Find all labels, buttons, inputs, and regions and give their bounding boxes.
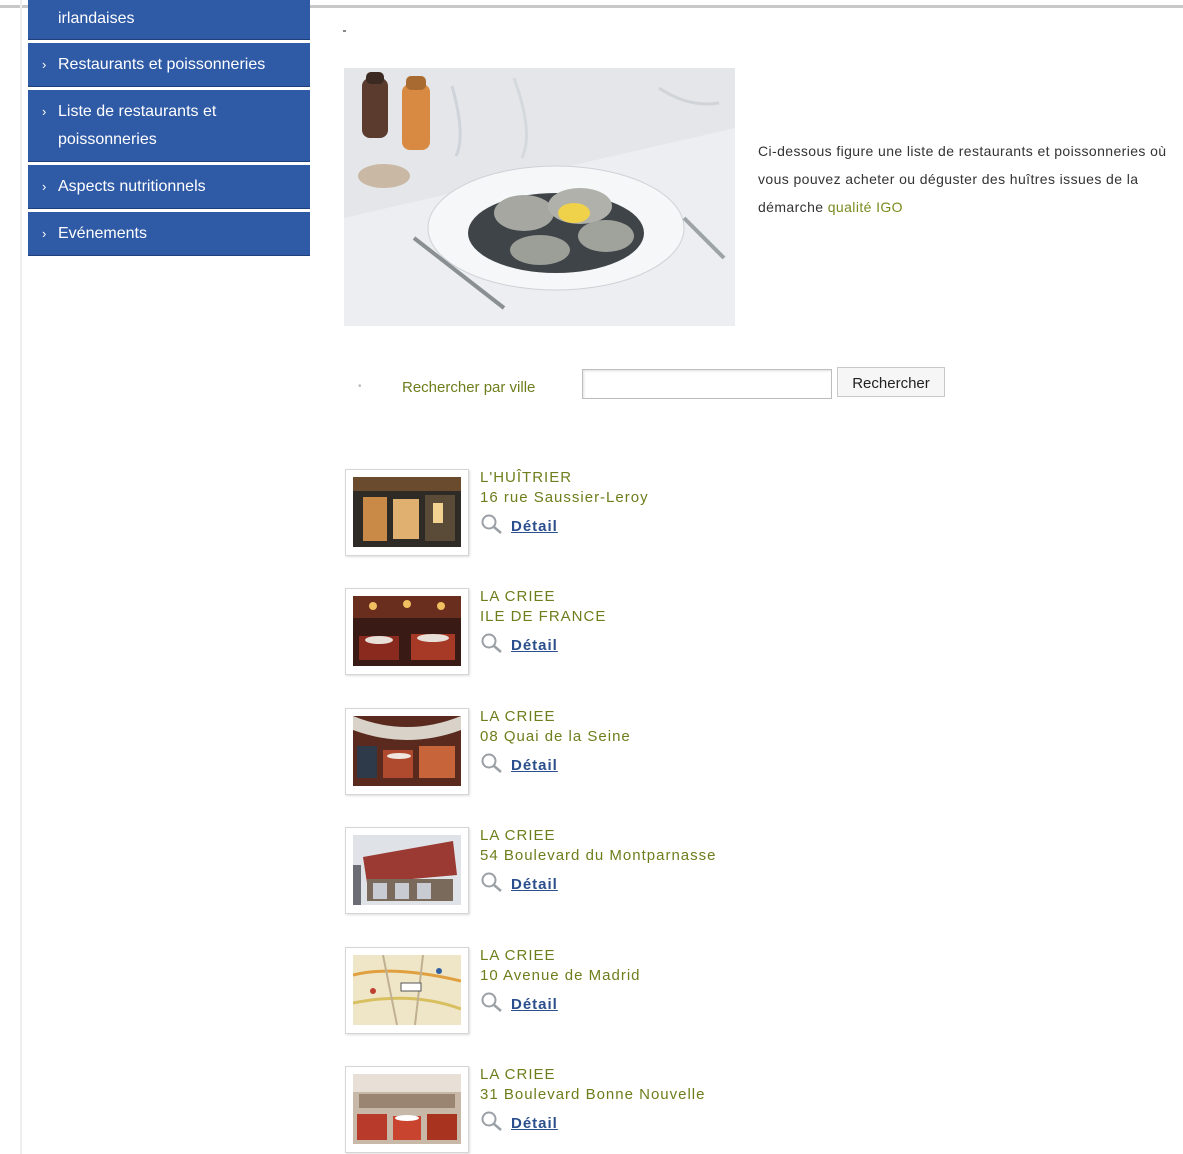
sidebar-item-restaurants-poissonneries[interactable]: › Restaurants et poissonneries [28,43,310,90]
magnifier-icon [481,992,502,1012]
magnifier-icon [481,633,502,653]
restaurant-name: LA CRIEE [480,588,556,605]
restaurant-name: LA CRIEE [480,827,556,844]
detail-link[interactable]: Détail [511,637,558,654]
map-photo [353,955,461,1025]
restaurant-name: LA CRIEE [480,1066,556,1083]
sidebar-nav: irlandaises › Restaurants et poissonneri… [28,0,310,259]
sidebar-item-label: Restaurants et poissonneries [58,56,266,73]
detail-link[interactable]: Détail [511,518,558,535]
intro-highlight: qualité IGO [827,199,903,215]
sidebar-item-label: Aspects nutritionnels [58,178,206,195]
magnifier-icon [481,872,502,892]
restaurant-thumbnail[interactable] [345,708,469,795]
restaurant-name: LA CRIEE [480,947,556,964]
hero-oysters-image [344,68,735,326]
dining-room-photo [353,596,461,666]
sidebar-item-label: irlandaises [58,10,135,27]
restaurant-thumbnail[interactable] [345,1066,469,1153]
list-item: L'HUÎTRIER 16 rue Saussier-Leroy Détail [345,469,1105,557]
magnifier-icon [481,1111,502,1131]
city-search-input[interactable] [582,369,832,399]
restaurant-thumbnail[interactable] [345,469,469,556]
search-label: Rechercher par ville [402,379,536,396]
sidebar-item-liste-restaurants[interactable]: › Liste de restaurants et poissonneries [28,90,310,165]
magnifier-icon [481,753,502,773]
list-item: LA CRIEE ILE DE FRANCE Détail [345,588,1105,676]
list-item: LA CRIEE 54 Boulevard du Montparnasse Dé… [345,827,1105,915]
list-item: LA CRIEE 08 Quai de la Seine Détail [345,708,1105,796]
decorative-dot [343,30,346,32]
restaurant-thumbnail[interactable] [345,588,469,675]
sidebar-item-label: Evénements [58,225,147,242]
chevron-right-icon: › [42,226,47,241]
restaurant-thumbnail[interactable] [345,947,469,1034]
sidebar-item-label: Liste de restaurants et poissonneries [58,103,217,148]
left-border [20,0,22,1154]
detail-link[interactable]: Détail [511,996,558,1013]
list-item: LA CRIEE 10 Avenue de Madrid Détail [345,947,1105,1035]
city-search-form: • Rechercher par ville Rechercher [354,367,954,401]
detail-link[interactable]: Détail [511,757,558,774]
restaurant-address: 31 Boulevard Bonne Nouvelle [480,1086,706,1103]
sidebar-item-irlandaises[interactable]: irlandaises [28,0,310,43]
chevron-right-icon: › [42,104,47,119]
storefront-photo [353,477,461,547]
list-item: LA CRIEE 31 Boulevard Bonne Nouvelle Dét… [345,1066,1105,1154]
chevron-right-icon: › [42,179,47,194]
restaurant-address: ILE DE FRANCE [480,608,607,625]
restaurant-address: 54 Boulevard du Montparnasse [480,847,717,864]
restaurant-name: LA CRIEE [480,708,556,725]
restaurant-name: L'HUÎTRIER [480,469,573,486]
sidebar-item-aspects-nutritionnels[interactable]: › Aspects nutritionnels [28,165,310,212]
restaurant-interior-photo [353,716,461,786]
intro-text: Ci-dessous figure une liste de restauran… [758,143,1167,215]
restaurant-address: 08 Quai de la Seine [480,728,631,745]
magnifier-icon [481,514,502,534]
sidebar-item-evenements[interactable]: › Evénements [28,212,310,259]
restaurant-address: 10 Avenue de Madrid [480,967,641,984]
dining-hall-photo [353,1074,461,1144]
search-button[interactable]: Rechercher [837,367,945,397]
intro-paragraph: Ci-dessous figure une liste de restauran… [758,137,1168,221]
restaurant-address: 16 rue Saussier-Leroy [480,489,649,506]
chevron-right-icon: › [42,57,47,72]
oyster-plate-illustration [344,68,735,326]
detail-link[interactable]: Détail [511,876,558,893]
bullet-icon: • [358,381,362,392]
detail-link[interactable]: Détail [511,1115,558,1132]
street-facade-photo [353,835,461,905]
restaurant-thumbnail[interactable] [345,827,469,914]
